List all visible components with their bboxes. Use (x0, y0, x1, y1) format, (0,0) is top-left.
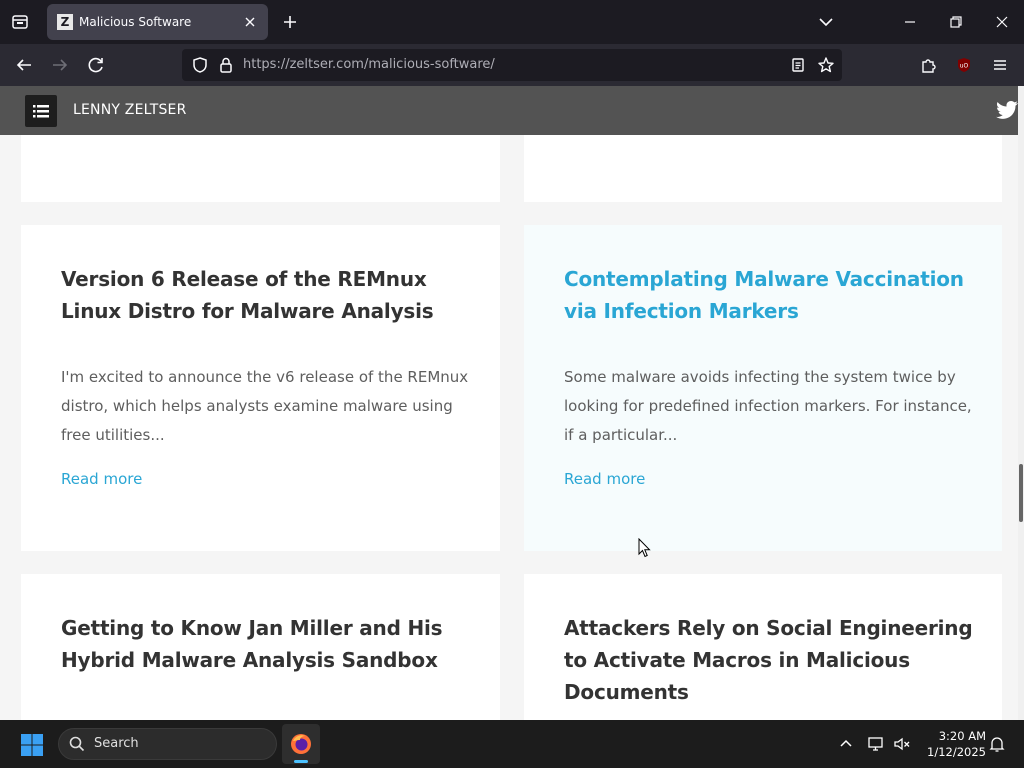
article-excerpt: I'm excited to announce the v6 release o… (61, 368, 469, 444)
active-tab[interactable]: Z Malicious Software (47, 4, 268, 40)
list-all-tabs-chevron-icon[interactable] (814, 10, 838, 34)
article-title[interactable]: Getting to Know Jan Miller and His Hybri… (61, 612, 471, 676)
search-icon (68, 735, 86, 753)
url-bar[interactable]: https://zeltser.com/malicious-software/ (182, 49, 842, 81)
site-favicon-icon: Z (57, 14, 73, 30)
reader-view-icon[interactable] (786, 53, 810, 77)
tab-title: Malicious Software (79, 15, 192, 29)
extensions-puzzle-icon[interactable] (916, 53, 940, 77)
svg-text:uO: uO (960, 63, 969, 70)
bookmark-star-icon[interactable] (814, 53, 838, 77)
taskbar-clock[interactable]: 3:20 AM 1/12/2025 (920, 728, 986, 760)
article-title[interactable]: Version 6 Release of the REMnux Linux Di… (61, 263, 461, 327)
web-page: LENNY ZELTSER Version 6 Release of the R… (0, 86, 1018, 720)
site-menu-button[interactable] (25, 95, 57, 127)
url-path: /malicious-software/ (363, 57, 495, 72)
clock-time: 3:20 AM (938, 729, 986, 743)
volume-muted-icon[interactable] (892, 734, 912, 754)
article-card: Getting to Know Jan Miller and His Hybri… (21, 574, 500, 720)
read-more-link[interactable]: Read more (564, 469, 645, 489)
window-close-icon[interactable] (990, 10, 1014, 34)
tab-close-icon[interactable] (240, 12, 260, 32)
network-icon[interactable] (866, 734, 886, 754)
forward-arrow-icon[interactable] (48, 53, 72, 77)
url-host: https://zeltser.com (243, 57, 364, 72)
twitter-bird-icon[interactable] (994, 96, 1018, 122)
page-scrollbar[interactable] (1018, 86, 1024, 720)
reload-icon[interactable] (84, 53, 108, 77)
back-arrow-icon[interactable] (12, 53, 36, 77)
article-title[interactable]: Contemplating Malware Vaccination via In… (564, 263, 974, 327)
url-text[interactable]: https://zeltser.com/malicious-software/ (243, 57, 495, 73)
read-more-link[interactable]: Read more (61, 469, 142, 489)
article-card: Version 6 Release of the REMnux Linux Di… (21, 225, 500, 551)
mouse-cursor-icon (638, 537, 652, 558)
padlock-icon[interactable] (214, 53, 238, 77)
app-menu-hamburger-icon[interactable] (988, 53, 1012, 77)
show-hidden-icons-chevron-icon[interactable] (836, 734, 856, 754)
tracking-protection-shield-icon[interactable] (188, 53, 212, 77)
new-tab-plus-icon[interactable] (278, 10, 302, 34)
site-name[interactable]: LENNY ZELTSER (73, 102, 187, 118)
browser-nav-bar: https://zeltser.com/malicious-software/ … (0, 44, 1024, 86)
clock-date: 1/12/2025 (927, 745, 986, 759)
windows-start-icon[interactable] (20, 733, 44, 757)
search-label: Search (94, 736, 139, 751)
taskbar-search-box[interactable]: Search (58, 728, 277, 760)
windows-taskbar: Search 3:20 AM 1/12/2025 (0, 720, 1024, 768)
running-app-indicator (294, 760, 308, 763)
scrollbar-thumb[interactable] (1019, 464, 1023, 522)
ublock-origin-icon[interactable]: uO (952, 53, 976, 77)
article-card: Attackers Rely on Social Engineering to … (524, 574, 1002, 720)
article-title[interactable]: Attackers Rely on Social Engineering to … (564, 612, 974, 708)
firefox-view-icon[interactable] (8, 10, 32, 34)
article-excerpt: Some malware avoids infecting the system… (564, 368, 972, 444)
notification-bell-icon[interactable] (987, 734, 1007, 754)
article-card: Contemplating Malware Vaccination via In… (524, 225, 1002, 551)
browser-tab-bar: Z Malicious Software (0, 0, 1024, 44)
firefox-icon (289, 732, 313, 756)
site-header: LENNY ZELTSER (0, 86, 1018, 135)
taskbar-firefox-button[interactable] (282, 724, 320, 764)
window-restore-icon[interactable] (944, 10, 968, 34)
window-minimize-icon[interactable] (898, 10, 922, 34)
